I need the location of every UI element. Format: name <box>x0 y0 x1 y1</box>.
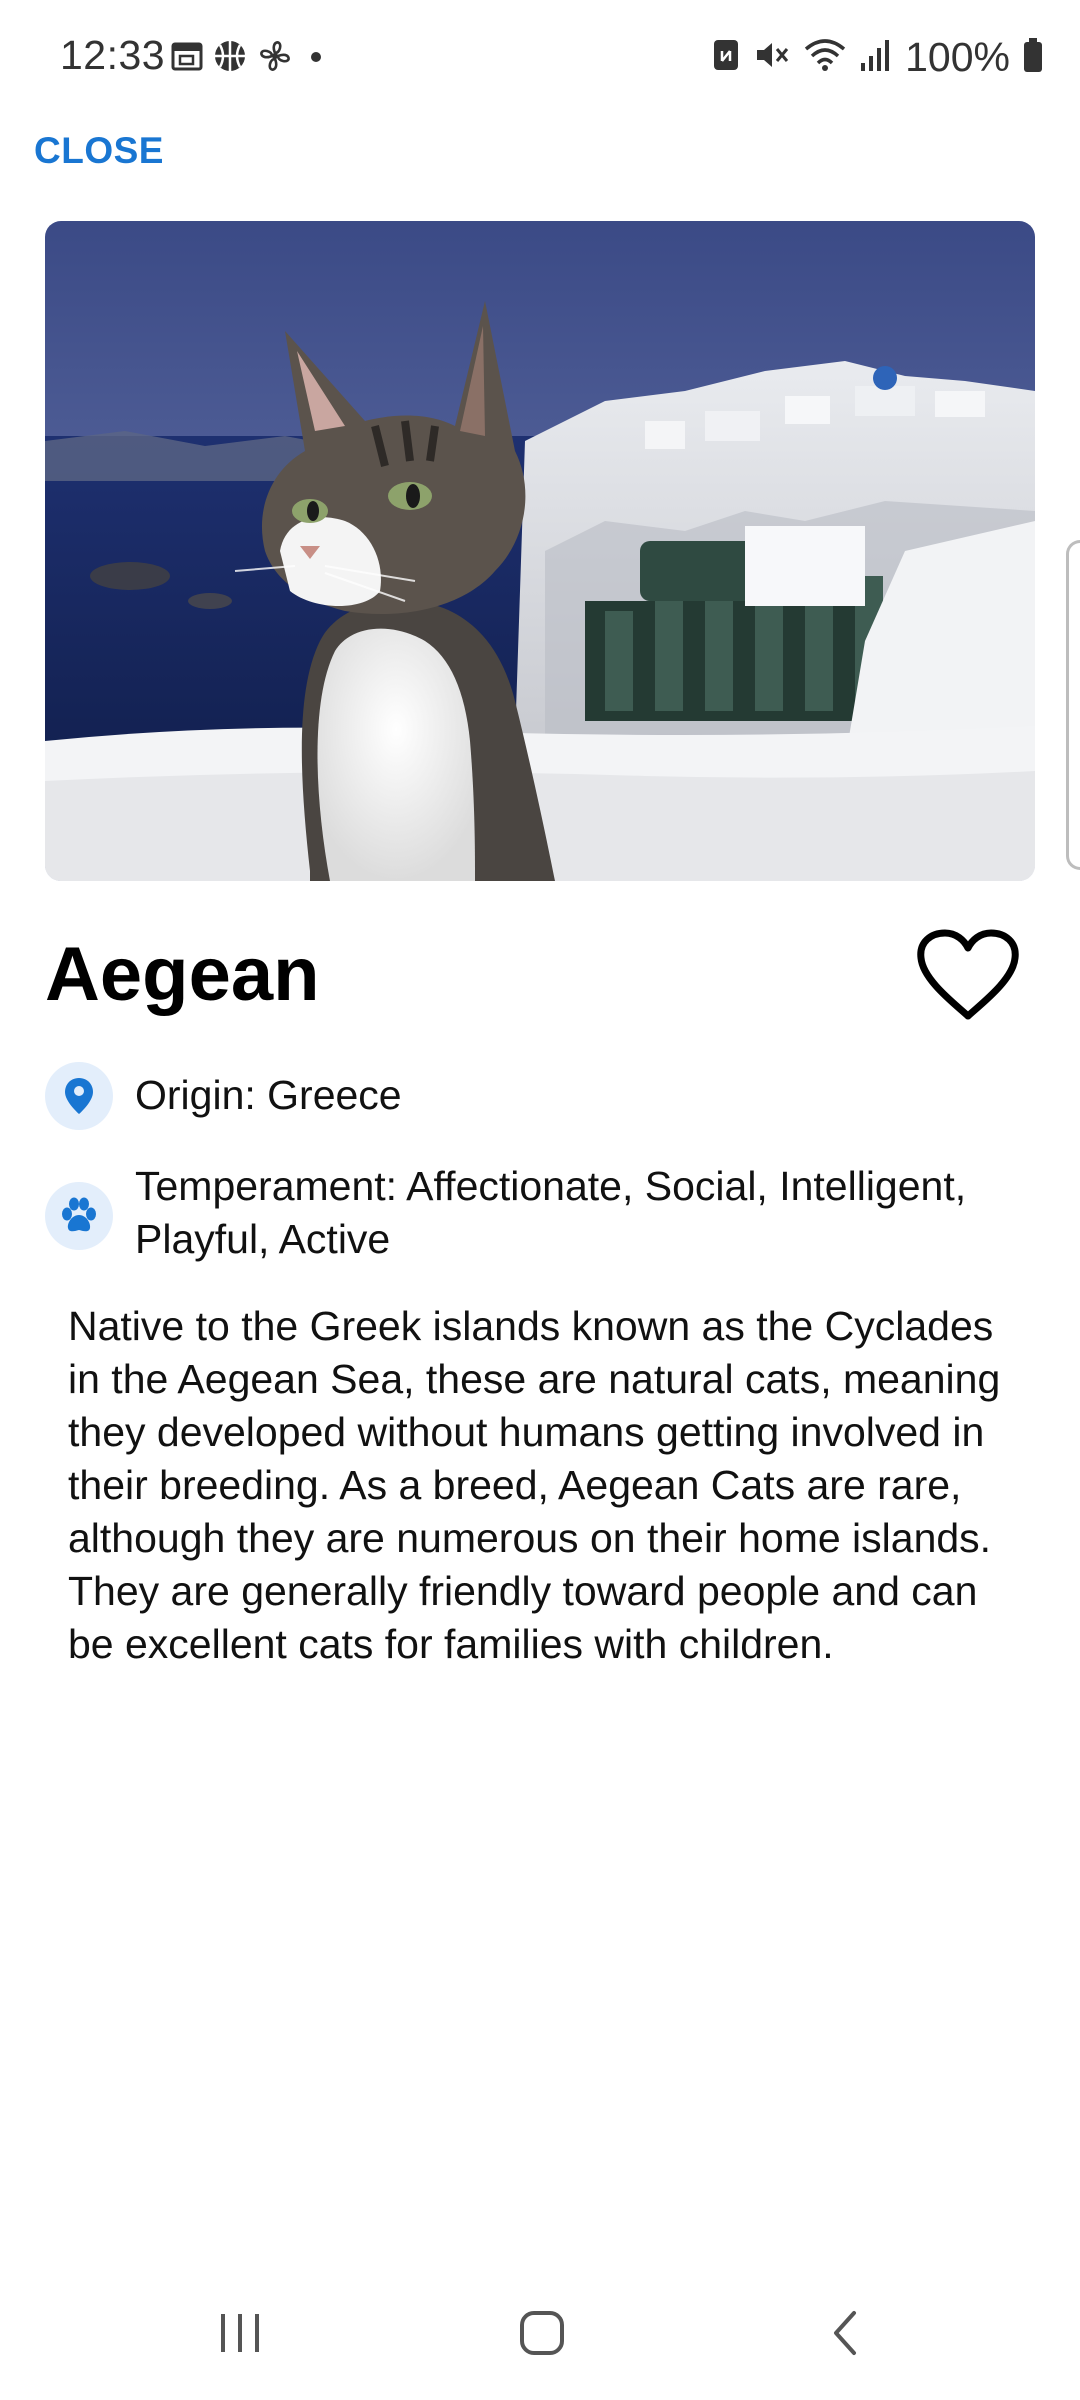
favorite-button[interactable] <box>915 928 1021 1024</box>
status-time: 12:33 <box>60 32 166 78</box>
back-icon <box>826 2308 866 2363</box>
temperament-row: Temperament: Affectionate, Social, Intel… <box>45 1160 995 1266</box>
battery-icon <box>1022 37 1044 78</box>
recents-icon <box>215 2310 265 2361</box>
heart-outline-icon <box>915 929 1021 1028</box>
close-button[interactable]: CLOSE <box>34 130 164 172</box>
fan-icon <box>256 37 294 80</box>
breed-photo <box>45 221 1035 881</box>
breed-description: Native to the Greek islands known as the… <box>68 1303 1001 1667</box>
nfc-icon <box>711 37 741 78</box>
paw-icon <box>45 1182 113 1250</box>
origin-text: Origin: Greece <box>135 1072 402 1118</box>
recents-button[interactable] <box>200 2300 280 2370</box>
temperament-text: Temperament: Affectionate, Social, Intel… <box>135 1163 967 1262</box>
edge-panel-handle[interactable] <box>1066 540 1080 870</box>
status-bar: 12:33 100% <box>0 0 1080 116</box>
calendar-icon <box>170 39 204 78</box>
mute-icon <box>753 36 791 79</box>
back-button[interactable] <box>806 2300 886 2370</box>
battery-percent: 100% <box>905 33 1010 80</box>
breed-title: Aegean <box>45 932 320 1017</box>
origin-row: Origin: Greece <box>45 1062 995 1130</box>
basketball-icon <box>212 38 248 79</box>
home-button[interactable] <box>502 2300 582 2370</box>
navigation-bar <box>0 2280 1080 2400</box>
status-right-icons: 100% <box>711 34 1044 80</box>
status-left-icons <box>170 38 326 78</box>
notification-dot-icon <box>302 39 326 78</box>
location-pin-icon <box>45 1062 113 1130</box>
signal-icon <box>859 37 893 78</box>
wifi-icon <box>803 36 847 79</box>
home-icon <box>517 2308 567 2363</box>
